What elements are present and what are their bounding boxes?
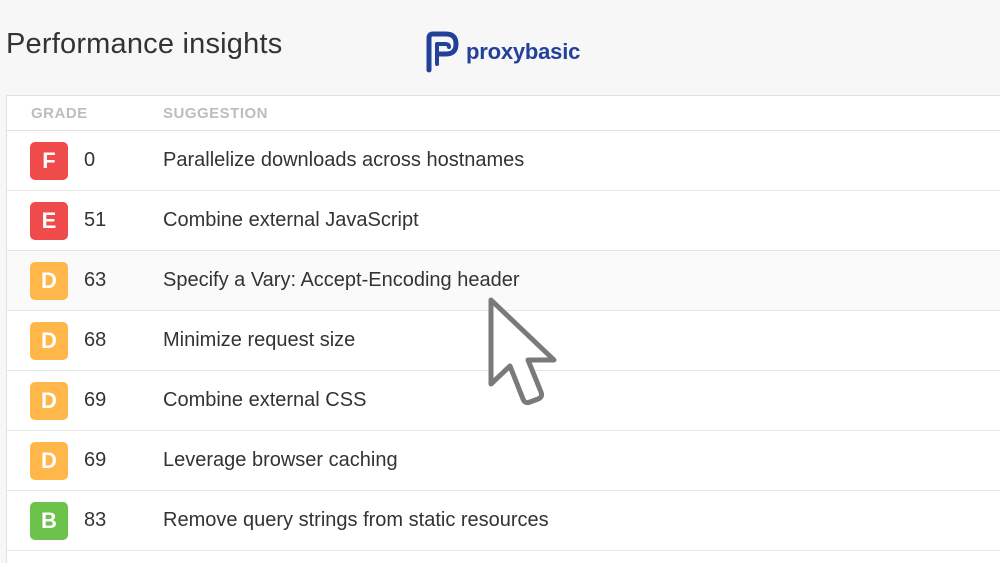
score-value: 63 bbox=[84, 269, 107, 291]
score-value: 69 bbox=[84, 449, 107, 471]
grade-badge: D bbox=[30, 382, 68, 420]
table-row[interactable]: F 0 Parallelize downloads across hostnames bbox=[7, 131, 1000, 191]
suggestion-text[interactable]: Combine external CSS bbox=[163, 389, 366, 412]
suggestion-text[interactable]: Parallelize downloads across hostnames bbox=[163, 149, 524, 172]
score-value: 69 bbox=[84, 389, 107, 411]
mouse-pointer-icon bbox=[488, 297, 557, 406]
table-row[interactable]: D 69 Leverage browser caching bbox=[7, 431, 1000, 491]
grade-badge: D bbox=[30, 322, 68, 360]
grade-badge: E bbox=[30, 202, 68, 240]
grade-badge: D bbox=[30, 262, 68, 300]
score-value: 83 bbox=[84, 509, 107, 531]
column-header-grade[interactable]: GRADE bbox=[31, 105, 88, 122]
brand-name: proxybasic bbox=[466, 39, 581, 64]
suggestion-text[interactable]: Minimize request size bbox=[163, 329, 355, 352]
grade-badge: D bbox=[30, 442, 68, 480]
grade-badge: F bbox=[30, 142, 68, 180]
column-header-suggestion[interactable]: SUGGESTION bbox=[163, 105, 268, 122]
suggestion-text[interactable]: Specify a Vary: Accept-Encoding header bbox=[163, 269, 520, 292]
suggestion-text[interactable]: Leverage browser caching bbox=[163, 449, 398, 472]
score-value: 68 bbox=[84, 329, 107, 351]
table-header: GRADE SUGGESTION bbox=[7, 96, 1000, 131]
page-title: Performance insights bbox=[6, 28, 283, 60]
page: Performance insights proxybasic GRADE SU… bbox=[0, 0, 1000, 563]
grade-badge: B bbox=[30, 502, 68, 540]
score-value: 0 bbox=[84, 149, 96, 171]
proxybasic-logo-icon bbox=[426, 31, 459, 73]
table-row[interactable]: E 51 Combine external JavaScript bbox=[7, 191, 1000, 251]
brand-logo: proxybasic bbox=[424, 30, 580, 74]
table-row[interactable]: B 83 Remove query strings from static reso… bbox=[7, 491, 1000, 551]
suggestion-text[interactable]: Combine external JavaScript bbox=[163, 209, 419, 232]
suggestion-text[interactable]: Remove query strings from static resourc… bbox=[163, 509, 549, 532]
score-value: 51 bbox=[84, 209, 107, 231]
